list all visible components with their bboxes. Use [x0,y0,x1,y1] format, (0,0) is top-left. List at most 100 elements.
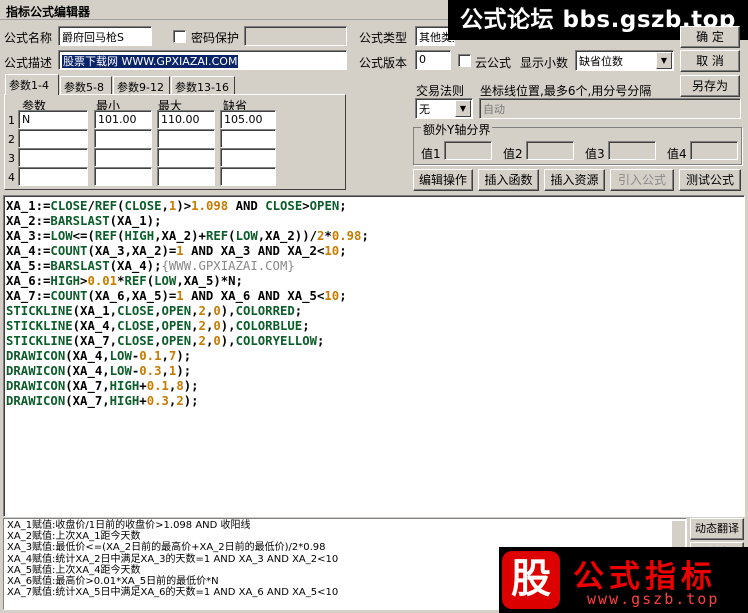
param-min-input[interactable] [94,129,152,148]
confirm-button[interactable]: 确 定 [680,26,740,48]
param-max-input[interactable] [157,129,215,148]
tab-params-9-12[interactable]: 参数9-12 [113,76,170,94]
extra-y-value2-input[interactable] [526,141,574,160]
param-max-input[interactable]: 110.00 [157,110,215,129]
code-line: STICKLINE(XA_1,CLOSE,OPEN,2,0),COLORRED; [6,304,742,319]
save-as-button[interactable]: 另存为 [680,75,740,97]
code-token: 2 [198,304,206,318]
coord-line-label: 坐标线位置,最多6个,用分号分隔 [480,84,652,98]
output-line: XA_2赋值:上次XA_1距今天数 [7,531,141,543]
trade-rule-select[interactable]: 无 ▼ [415,98,473,119]
code-token: AND [228,199,266,213]
code-token: ; [339,289,347,303]
code-token: ; [339,199,347,213]
code-token: DRAWICON [6,394,66,408]
extra-y-value1-input[interactable] [444,141,492,160]
code-token: , [191,334,199,348]
param-min-input[interactable] [94,148,152,167]
param-min-input[interactable]: 101.00 [94,110,152,129]
formula-desc-input[interactable]: 股票下载网 WWW.GPXIAZAI.COM [58,50,347,70]
param-name-input[interactable] [18,167,88,186]
test-formula-button[interactable]: 测试公式 [679,169,741,191]
output-scrollbar[interactable] [671,521,685,549]
code-line: DRAWICON(XA_7,HIGH+0.3,2); [6,394,742,409]
param-row-num: 1 [8,114,15,127]
tab-params-13-16[interactable]: 参数13-16 [171,76,235,94]
code-line: XA_1:=CLOSE/REF(CLOSE,1)>1.098 AND CLOSE… [6,199,742,214]
output-line: XA_1赋值:收盘价/1日前的收盘价>1.098 AND 收阳线 [7,520,251,531]
edit-ops-button[interactable]: 编辑操作 [413,169,473,191]
code-token: 1 [176,289,184,303]
code-token: (XA_1); [109,214,162,228]
cancel-button[interactable]: 取 消 [680,50,740,72]
code-token: , [154,334,162,348]
dynamic-translate-button[interactable]: 动态翻译 [690,518,744,540]
param-row-num: 2 [8,133,15,146]
param-row-num: 3 [8,152,15,165]
param-min-input[interactable] [94,167,152,186]
param-max-input[interactable] [157,167,215,186]
import-formula-button[interactable]: 引入公式 [610,169,674,191]
code-token: 10 [324,244,340,258]
code-token: HIGH [109,394,140,408]
tab-params-1-4[interactable]: 参数1-4 [5,74,59,95]
code-token: , [161,364,169,378]
extra-y-value3-input[interactable] [608,141,656,160]
decimal-value: 缺省位数 [579,55,623,68]
window-title: 指标公式编辑器 [6,5,91,19]
coord-line-input[interactable]: 自动 [479,98,741,119]
code-token: XA_2:= [6,214,51,228]
code-token: ), [220,319,236,333]
code-token: 8 [176,379,184,393]
code-token: (XA_3,XA_2)= [87,244,177,258]
code-token: COUNT [50,289,88,303]
code-token: + [139,379,147,393]
param-name-input[interactable] [18,129,88,148]
code-token: OPEN [161,304,192,318]
insert-resource-button[interactable]: 插入资源 [544,169,605,191]
code-token: LOW [109,364,132,378]
chevron-down-icon[interactable]: ▼ [656,52,672,69]
formula-code-editor[interactable]: XA_1:=CLOSE/REF(CLOSE,1)>1.098 AND CLOSE… [3,195,745,517]
param-name-input[interactable]: N [18,110,88,129]
formula-name-input[interactable]: 爵府回马枪S [58,26,152,46]
insert-function-button[interactable]: 插入函数 [478,169,539,191]
code-token: STICKLINE [6,319,73,333]
code-token: XA_4:= [6,244,51,258]
code-token: ; [339,244,347,258]
param-name-input[interactable] [18,148,88,167]
param-default-input[interactable]: 105.00 [220,110,276,129]
formula-version-input[interactable]: 0 [415,50,451,70]
password-label: 密码保护 [191,31,240,45]
extra-y-value4-label: 值4 [667,147,687,161]
code-token: 0.1 [139,349,162,363]
watermark-banner-bottom: 股 公式指标 www.gszb.top [499,547,748,613]
watermark-logo: 股 [502,551,560,609]
code-token: XA_6:= [6,274,51,288]
code-token: 1 [176,244,184,258]
code-token: BARSLAST [50,259,110,273]
code-token: XA_1:= [6,199,51,213]
formula-desc-label: 公式描述 [4,56,53,70]
param-default-input[interactable] [220,129,276,148]
password-input[interactable] [244,26,347,46]
code-token: (XA_7, [65,394,110,408]
password-checkbox[interactable] [173,30,186,43]
param-max-input[interactable] [157,148,215,167]
decimal-select[interactable]: 缺省位数 ▼ [575,50,674,71]
code-token: LOW [50,229,73,243]
param-default-input[interactable] [220,148,276,167]
extra-y-value4-input[interactable] [690,141,738,160]
tab-params-5-8[interactable]: 参数5-8 [60,76,112,94]
code-token: DRAWICON [6,349,66,363]
cloud-formula-checkbox[interactable] [458,54,471,67]
code-token: 10 [324,289,340,303]
code-token: STICKLINE [6,334,73,348]
code-token: , [191,319,199,333]
param-default-input[interactable] [220,167,276,186]
chevron-down-icon[interactable]: ▼ [455,100,471,117]
code-line: XA_4:=COUNT(XA_3,XA_2)=1 AND XA_3 AND XA… [6,244,742,259]
code-token: CLOSE [117,334,155,348]
code-token: COLORRED [235,304,295,318]
code-token: XA_7:= [6,289,51,303]
